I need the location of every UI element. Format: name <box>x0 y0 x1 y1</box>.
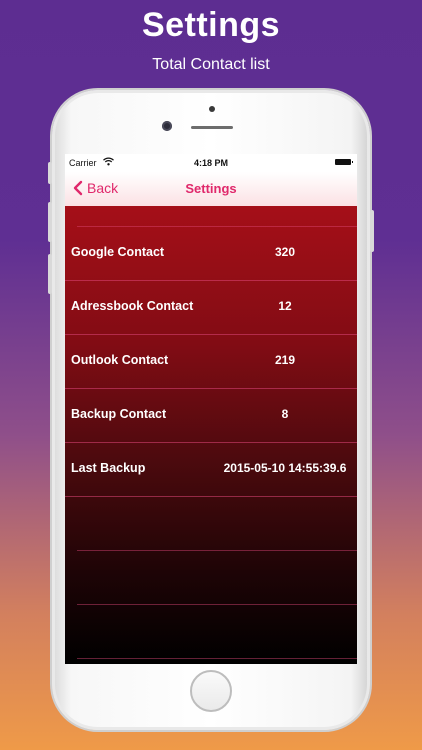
table-empty-row <box>77 497 357 551</box>
row-label: Outlook Contact <box>71 353 169 367</box>
home-button[interactable] <box>190 670 232 712</box>
phone-sensor <box>209 106 215 112</box>
row-value: 320 <box>274 245 296 259</box>
table-row[interactable]: Adressbook Contact 12 <box>65 281 357 335</box>
phone-screen: Carrier 4:18 PM Back Settings Google Con… <box>65 154 357 664</box>
promo-subtitle: Total Contact list <box>152 56 270 73</box>
table-row[interactable]: Outlook Contact 219 <box>65 335 357 389</box>
table-row[interactable]: Google Contact 320 <box>65 227 357 281</box>
phone-power-button <box>370 210 374 252</box>
row-value: 219 <box>274 353 296 367</box>
row-label: Last Backup <box>71 461 146 475</box>
phone-volume-up <box>48 202 52 242</box>
battery-icon <box>335 159 353 165</box>
row-label: Google Contact <box>71 245 165 259</box>
phone-speaker <box>191 126 233 129</box>
phone-frame: Carrier 4:18 PM Back Settings Google Con… <box>48 90 374 730</box>
table-empty-row <box>77 605 357 659</box>
promo-title: Settings <box>141 6 281 44</box>
phone-mute-switch <box>48 162 52 184</box>
row-value: 2015-05-10 14:55:39.6 <box>223 461 347 475</box>
row-value: 8 <box>281 407 289 421</box>
row-label: Backup Contact <box>71 407 167 421</box>
settings-table: Google Contact 320 Adressbook Contact 12… <box>65 206 357 664</box>
row-label: Adressbook Contact <box>71 299 194 313</box>
table-row[interactable]: Backup Contact 8 <box>65 389 357 443</box>
table-separator-row <box>77 173 357 227</box>
table-row[interactable]: Last Backup 2015-05-10 14:55:39.6 <box>65 443 357 497</box>
row-value: 12 <box>278 299 292 313</box>
phone-camera <box>162 121 172 131</box>
phone-volume-down <box>48 254 52 294</box>
status-bar: Carrier 4:18 PM <box>65 154 357 172</box>
table-empty-row <box>77 551 357 605</box>
status-time: 4:18 PM <box>193 158 228 168</box>
